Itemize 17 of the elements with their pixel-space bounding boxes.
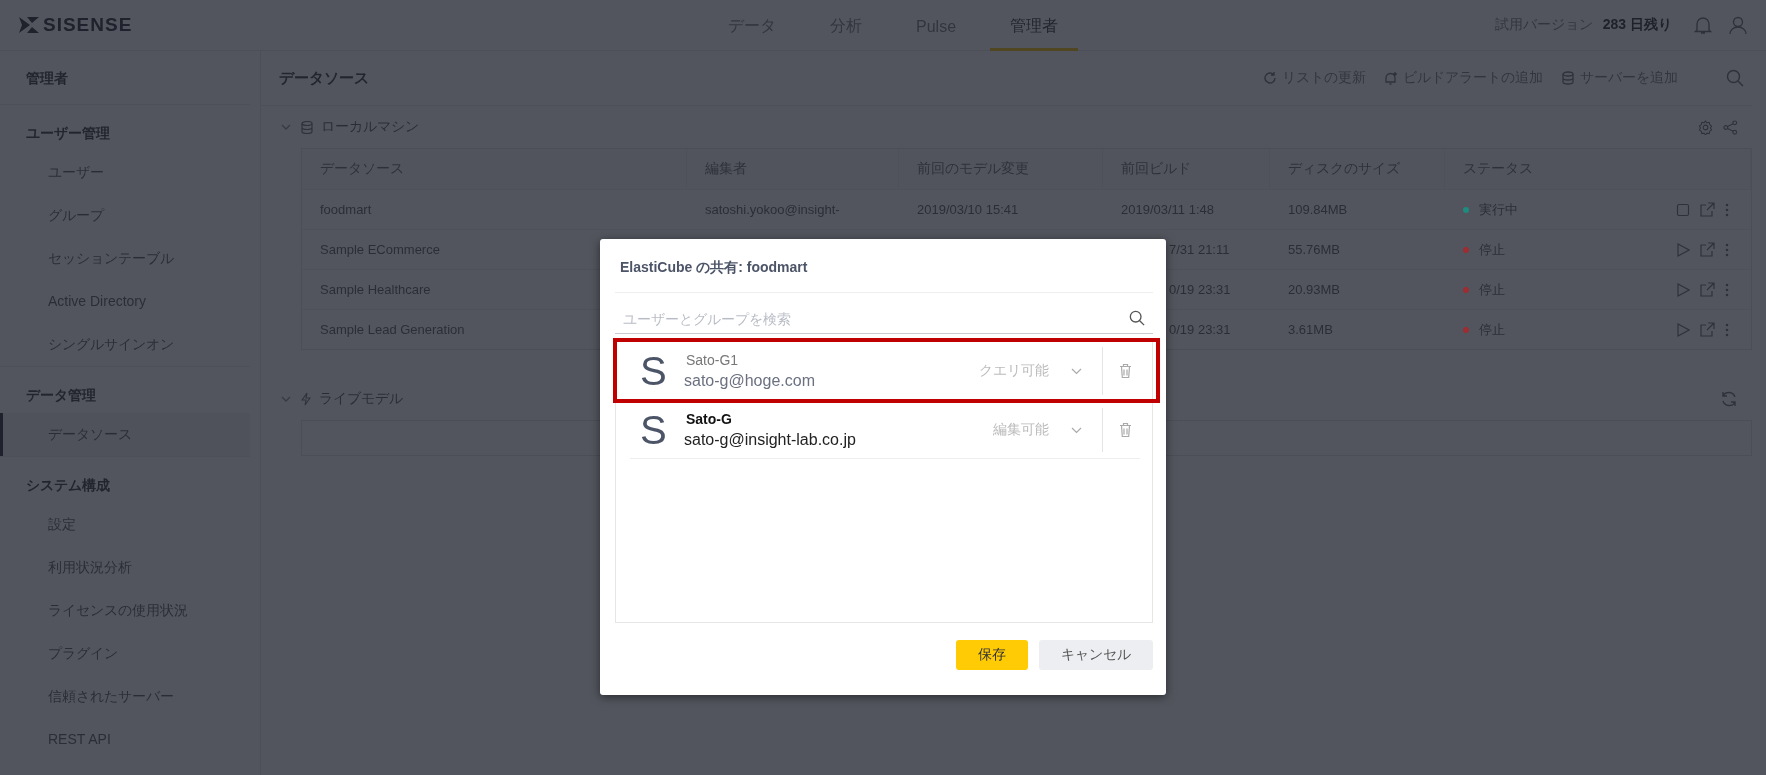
avatar-letter: S: [639, 407, 668, 453]
delete-icon[interactable]: [1119, 363, 1132, 379]
permission-dropdown[interactable]: 編集可能: [993, 421, 1049, 439]
save-button[interactable]: 保存: [956, 640, 1028, 670]
search-icon: [1129, 310, 1145, 326]
caret-icon[interactable]: [1071, 367, 1082, 375]
user-name: Sato-G1: [685, 352, 740, 368]
permission-dropdown[interactable]: クエリ可能: [979, 362, 1049, 380]
user-email: sato-g@hoge.com: [684, 372, 816, 390]
delete-icon[interactable]: [1119, 422, 1132, 438]
user-email: sato-g@insight-lab.co.jp: [684, 431, 857, 449]
avatar-letter: S: [639, 348, 668, 394]
search-field[interactable]: ユーザーとグループを検索: [615, 294, 1153, 334]
user-name: Sato-G: [685, 411, 733, 427]
caret-icon[interactable]: [1071, 426, 1082, 434]
cancel-button[interactable]: キャンセル: [1039, 640, 1153, 670]
dialog-title: ElastiCube の共有: foodmart: [615, 239, 1153, 293]
